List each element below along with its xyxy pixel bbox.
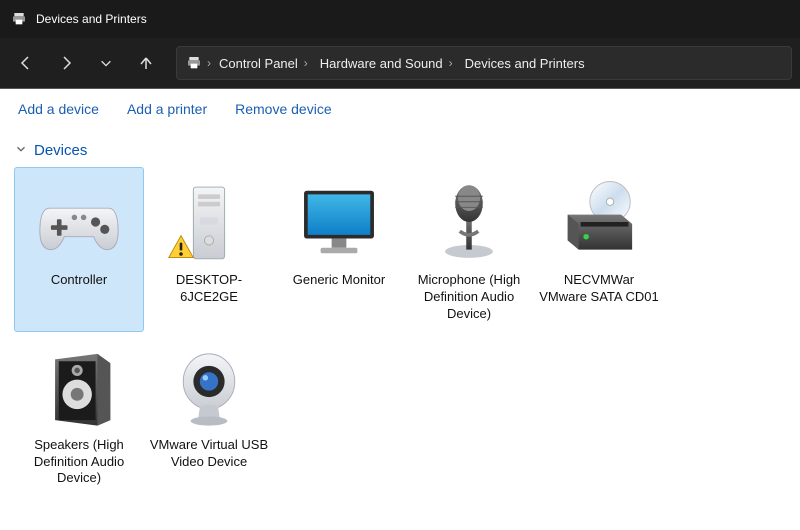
title-bar: Devices and Printers xyxy=(0,0,800,38)
device-label: Speakers (High Definition Audio Device) xyxy=(19,437,139,488)
add-printer-link[interactable]: Add a printer xyxy=(127,101,207,117)
device-item[interactable]: NECVMWar VMware SATA CD01 xyxy=(534,167,664,332)
device-grid: Controller DESKTOP-6JCE2GE Generic Monitor… xyxy=(14,167,786,496)
add-device-link[interactable]: Add a device xyxy=(18,101,99,117)
chevron-down-icon xyxy=(14,140,28,161)
breadcrumb-item[interactable]: Control Panel› xyxy=(215,54,312,73)
device-label: DESKTOP-6JCE2GE xyxy=(149,272,269,306)
microphone-icon xyxy=(419,174,519,270)
forward-button[interactable] xyxy=(48,45,84,81)
controller-icon xyxy=(29,174,129,270)
device-label: Microphone (High Definition Audio Device… xyxy=(409,272,529,323)
device-item[interactable]: Generic Monitor xyxy=(274,167,404,332)
back-button[interactable] xyxy=(8,45,44,81)
warning-icon xyxy=(167,233,195,266)
command-bar: Add a device Add a printer Remove device xyxy=(0,88,800,128)
window-title: Devices and Printers xyxy=(36,12,147,26)
device-label: NECVMWar VMware SATA CD01 xyxy=(539,272,659,306)
content-pane: Devices Controller DESKTOP-6JCE2GE Generic… xyxy=(0,128,800,504)
remove-device-link[interactable]: Remove device xyxy=(235,101,332,117)
chevron-right-icon: › xyxy=(207,56,211,70)
device-item[interactable]: Controller xyxy=(14,167,144,332)
device-label: VMware Virtual USB Video Device xyxy=(149,437,269,471)
device-item[interactable]: Microphone (High Definition Audio Device… xyxy=(404,167,534,332)
device-item[interactable]: DESKTOP-6JCE2GE xyxy=(144,167,274,332)
device-label: Controller xyxy=(51,272,107,289)
up-button[interactable] xyxy=(128,45,164,81)
webcam-icon xyxy=(159,339,259,435)
optical-icon xyxy=(549,174,649,270)
address-bar[interactable]: › Control Panel› Hardware and Sound› Dev… xyxy=(176,46,792,80)
breadcrumb-item[interactable]: Hardware and Sound› xyxy=(316,54,457,73)
device-item[interactable]: Speakers (High Definition Audio Device) xyxy=(14,332,144,497)
device-label: Generic Monitor xyxy=(293,272,385,289)
monitor-icon xyxy=(289,174,389,270)
group-header-devices[interactable]: Devices xyxy=(14,140,786,161)
devices-printers-icon xyxy=(185,54,203,72)
tower-icon xyxy=(159,174,259,270)
breadcrumb-item[interactable]: Devices and Printers xyxy=(461,54,589,73)
device-item[interactable]: VMware Virtual USB Video Device xyxy=(144,332,274,497)
chevron-right-icon: › xyxy=(304,56,308,70)
recent-button[interactable] xyxy=(88,45,124,81)
printer-icon xyxy=(10,10,28,28)
nav-bar: › Control Panel› Hardware and Sound› Dev… xyxy=(0,38,800,88)
speaker-icon xyxy=(29,339,129,435)
group-title: Devices xyxy=(34,142,87,159)
chevron-right-icon: › xyxy=(449,56,453,70)
